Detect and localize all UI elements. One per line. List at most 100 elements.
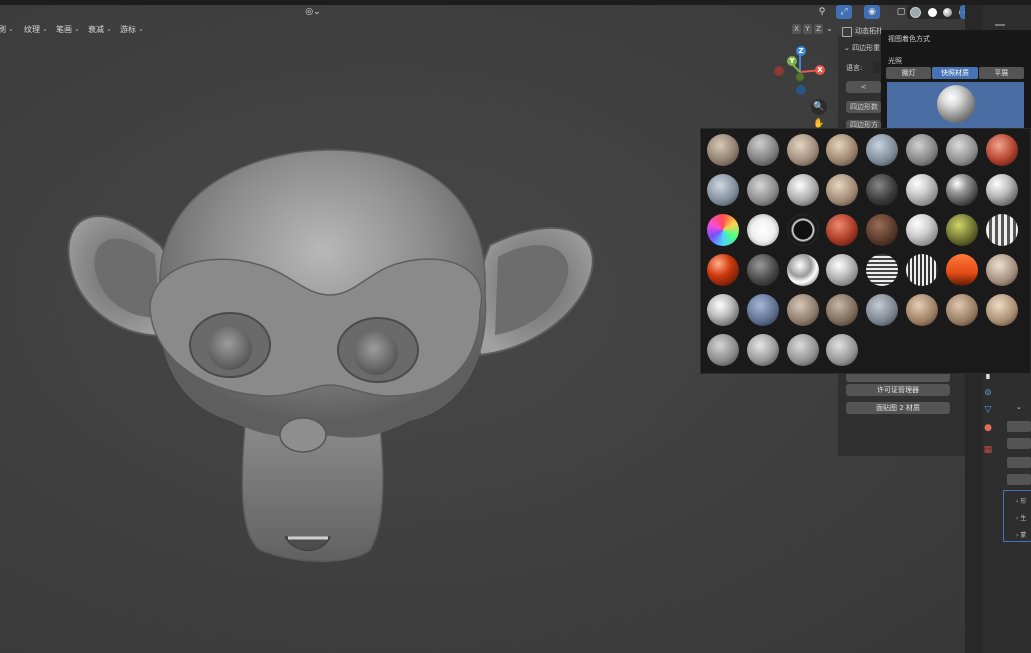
chevron-down-icon: ⌄ [844, 44, 853, 52]
chevron-down-icon: ⌄ [74, 25, 80, 33]
matcap-sphere[interactable] [707, 134, 739, 166]
gizmo-neg-z-ball[interactable] [796, 85, 806, 95]
matcap-sphere[interactable] [786, 294, 819, 326]
property-field[interactable] [1007, 438, 1031, 449]
mirror-axis-y-button[interactable]: Y [803, 24, 812, 34]
matcap-sphere[interactable] [985, 214, 1018, 246]
lighting-matcap-button[interactable]: 快照材质 [932, 67, 978, 79]
mirror-axis-z-button[interactable]: Z [814, 24, 823, 34]
properties-subpanel-row-label: 蒙 [1020, 532, 1027, 539]
matcap-sphere[interactable] [906, 294, 938, 326]
matcap-sphere[interactable] [746, 294, 779, 326]
matcap-sphere[interactable] [707, 254, 739, 286]
matcap-sphere[interactable] [866, 294, 899, 326]
menu-falloff-label: 衰减 [88, 24, 104, 34]
matcap-sphere[interactable] [866, 174, 899, 206]
properties-subpanel-row[interactable]: › 生 [1016, 513, 1026, 522]
matcap-sphere[interactable] [707, 334, 739, 366]
menu-cursor[interactable]: 游标 ⌄ [120, 22, 144, 36]
dyntopo-checkbox[interactable] [842, 27, 852, 37]
matcap-sphere[interactable] [906, 214, 938, 246]
property-field[interactable] [1007, 474, 1031, 485]
matcap-sphere[interactable] [906, 254, 938, 286]
overlays-icon[interactable]: ◉ [864, 5, 880, 19]
monkey-mesh[interactable] [60, 145, 600, 565]
matcap-sphere[interactable] [786, 254, 819, 286]
matcap-sphere[interactable] [945, 214, 978, 246]
gizmo-neg-y-ball[interactable] [796, 73, 804, 81]
matcap-sphere[interactable] [985, 294, 1018, 326]
constraints-icon[interactable]: ▽ [982, 404, 994, 416]
matcap-sphere[interactable] [746, 134, 779, 166]
matcap-sphere[interactable] [906, 134, 938, 166]
wireframe-shading-icon[interactable] [910, 6, 922, 18]
matcap-sphere[interactable] [707, 174, 739, 206]
gizmo-toggle-icon[interactable]: ⤢ [836, 5, 852, 19]
quad-count-button[interactable]: 四边形数 [846, 101, 881, 113]
lighting-flat-button[interactable]: 平展 [978, 67, 1024, 79]
property-field[interactable] [1007, 457, 1031, 468]
lighting-studio-button[interactable]: 棚灯 [886, 67, 932, 79]
panel-header-bar [995, 24, 1005, 26]
mirror-axis-x-button[interactable]: X [792, 24, 801, 34]
properties-subpanel-row[interactable]: › 形 [1016, 496, 1026, 505]
menu-falloff[interactable]: 衰减 ⌄ [88, 22, 112, 36]
right-eye [354, 331, 398, 375]
matcap-sphere[interactable] [985, 254, 1018, 286]
gizmo-x-ball[interactable]: X [815, 65, 825, 75]
solid-shading-icon[interactable] [927, 7, 937, 17]
matcap-sphere[interactable] [746, 214, 779, 246]
zoom-icon[interactable]: 🔍 [811, 99, 827, 115]
matcap-sphere[interactable] [945, 174, 978, 206]
matcap-sphere[interactable] [906, 174, 938, 206]
chevron-down-icon[interactable]: ⌄ [826, 24, 833, 33]
matcap-sphere[interactable] [786, 214, 819, 246]
navigation-gizmo[interactable]: X Z Y [774, 45, 826, 97]
matcap-sphere[interactable] [746, 254, 779, 286]
menu-brush[interactable]: 刷 ⌄ [0, 22, 14, 36]
menu-texture[interactable]: 纹理 ⌄ [24, 22, 48, 36]
arrow-left-icon[interactable]: < [846, 81, 881, 93]
language-label: 语言: [846, 64, 863, 72]
license-manager-button[interactable]: 许可证管理器 [846, 384, 950, 396]
matcap-sphere[interactable] [866, 254, 899, 286]
matcap-sphere[interactable] [985, 174, 1018, 206]
quad-remesh-section-label: 四边形重 [852, 44, 881, 52]
material-icon[interactable]: ● [982, 422, 994, 434]
property-field[interactable] [1007, 421, 1031, 432]
lighting-label: 光照 [888, 57, 902, 65]
visibility-icon[interactable]: ⚲ [814, 5, 830, 19]
properties-subpanel-row-label: 生 [1020, 515, 1027, 522]
menu-stroke[interactable]: 笔画 ⌄ [56, 22, 80, 36]
menu-cursor-label: 游标 [120, 24, 136, 34]
matcap-sphere[interactable] [786, 174, 819, 206]
matcap-sphere[interactable] [746, 334, 779, 366]
gizmo-neg-x-ball[interactable] [774, 66, 784, 76]
gizmo-z-ball[interactable]: Z [796, 46, 806, 56]
matcap-sphere[interactable] [866, 214, 899, 246]
matcap-sphere[interactable] [707, 214, 739, 246]
texture-icon[interactable]: ▦ [982, 444, 994, 456]
matcap-sphere[interactable] [985, 134, 1018, 166]
matcap-sphere[interactable] [945, 254, 978, 286]
physics-icon[interactable]: ⊚ [982, 387, 994, 399]
chevron-down-icon: ⌄ [106, 25, 112, 33]
lighting-options: 棚灯 快照材质 平展 [886, 67, 1024, 79]
material-shading-icon[interactable] [943, 7, 953, 17]
quad-remesh-section-header[interactable]: ⌄ 四边形重 [844, 43, 880, 53]
matcap-sphere[interactable] [746, 174, 779, 206]
matcap-sphere[interactable] [786, 334, 819, 366]
pivot-point-icon[interactable]: ◎⌄ [305, 5, 321, 19]
face-map-material-button[interactable]: 面贴图 2 材质 [846, 402, 950, 414]
matcap-sphere[interactable] [945, 134, 978, 166]
matcap-sphere[interactable] [866, 134, 899, 166]
matcap-selector-grid [700, 128, 1031, 374]
matcap-sphere[interactable] [786, 134, 819, 166]
properties-subpanel-row-label: 形 [1020, 498, 1027, 505]
matcap-sphere[interactable] [945, 294, 978, 326]
properties-subpanel-row[interactable]: › 蒙 [1016, 530, 1026, 539]
left-eye [208, 326, 252, 370]
chevron-down-icon[interactable]: ⌄ [1016, 403, 1022, 411]
matcap-sphere[interactable] [707, 294, 739, 326]
gizmo-y-ball[interactable]: Y [787, 56, 797, 66]
